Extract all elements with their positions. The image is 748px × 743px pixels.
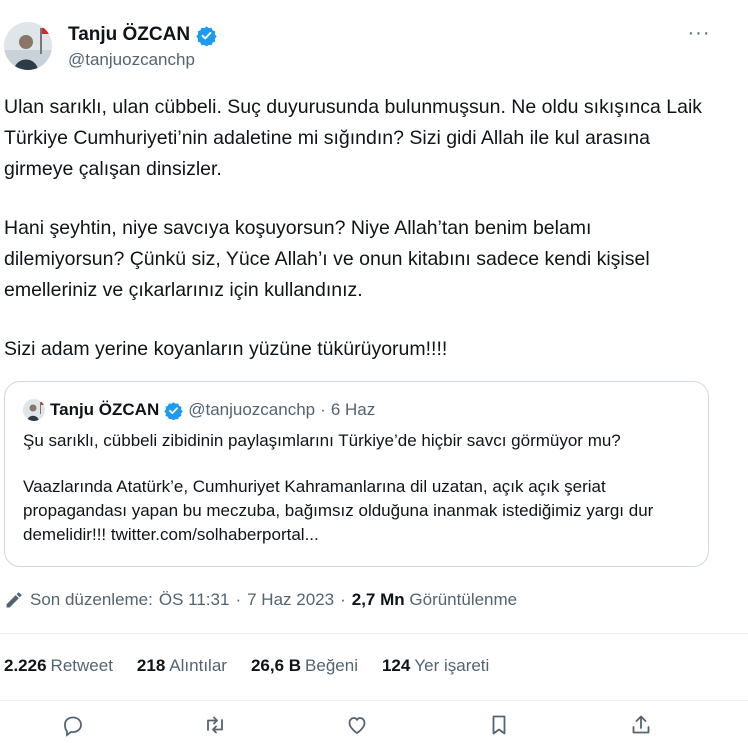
tweet-paragraph: Ulan sarıklı, ulan cübbeli. Suç duyurusu… (4, 96, 703, 180)
quoted-author-avatar (23, 399, 45, 421)
author-avatar[interactable] (4, 22, 52, 70)
action-bar (0, 713, 748, 743)
quoted-tweet-header: Tanju ÖZCAN @tanjuozcanchp · 6 Haz (23, 399, 375, 421)
pencil-icon (4, 590, 24, 610)
divider (0, 700, 748, 701)
quoted-tweet-text: Şu sarıklı, cübbeli zibidinin paylaşımla… (23, 429, 703, 547)
bookmarks-stat[interactable]: 124 Yer işareti (382, 656, 489, 676)
separator-dot: · (235, 590, 242, 609)
bookmarks-count: 124 (381, 656, 411, 675)
tweet-paragraph: Hani şeyhtin, niye savcıya koşuyorsun? N… (4, 217, 650, 301)
quoted-paragraph: Şu sarıklı, cübbeli zibidinin paylaşımla… (23, 431, 621, 450)
divider (0, 633, 748, 634)
quotes-label: Alıntılar (169, 656, 227, 675)
separator-dot: · (340, 590, 346, 609)
quotes-count: 218 (136, 656, 166, 675)
edited-label[interactable]: Son düzenleme: (30, 590, 153, 610)
tweet-text: Ulan sarıklı, ulan cübbeli. Suç duyurusu… (4, 92, 704, 365)
retweet-icon[interactable] (200, 713, 230, 743)
tweet-date[interactable]: 7 Haz 2023 (247, 590, 334, 610)
author-name-row[interactable]: Tanju ÖZCAN (68, 24, 217, 47)
author-name[interactable]: Tanju ÖZCAN (68, 24, 190, 46)
tweet-detail: Tanju ÖZCAN @tanjuozcanchp ··· Ulan sarı… (0, 0, 748, 737)
separator-dot: · (320, 400, 326, 419)
likes-label: Beğeni (305, 656, 358, 675)
quoted-paragraph: Vaazlarında Atatürk’e, Cumhuriyet Kahram… (23, 477, 654, 544)
retweets-label: Retweet (50, 656, 113, 675)
reply-icon[interactable] (58, 713, 88, 743)
edited-info: Son düzenleme: ÖS 11:31 · 7 Haz 2023 · 2… (4, 590, 517, 610)
engagement-stats: 2.226 Retweet 218 Alıntılar 26,6 B Beğeni 1… (4, 656, 489, 676)
tweet-time[interactable]: ÖS 11:31 (159, 590, 230, 610)
retweets-stat[interactable]: 2.226 Retweet (4, 656, 113, 676)
views-label: Görüntülenme (409, 590, 518, 609)
quoted-author-name: Tanju ÖZCAN (50, 400, 160, 419)
verified-badge-icon (164, 401, 183, 421)
bookmark-icon[interactable] (484, 713, 514, 743)
quoted-tweet[interactable]: Tanju ÖZCAN @tanjuozcanchp · 6 Haz Şu sa… (4, 381, 709, 567)
more-options-icon[interactable]: ··· (686, 23, 712, 48)
likes-stat[interactable]: 26,6 B Beğeni (251, 656, 358, 676)
quotes-stat[interactable]: 218 Alıntılar (137, 656, 227, 676)
heart-icon[interactable] (342, 713, 372, 743)
share-icon[interactable] (626, 713, 656, 743)
likes-count: 26,6 B (250, 656, 302, 675)
views-count: 2,7 Mn (351, 590, 405, 609)
tweet-paragraph: Sizi adam yerine koyanların yüzüne tükür… (4, 338, 448, 360)
bookmarks-label: Yer işareti (414, 656, 490, 675)
quoted-tweet-date: 6 Haz (330, 400, 376, 419)
quoted-author-handle: @tanjuozcanchp (188, 400, 316, 419)
retweets-count: 2.226 (4, 656, 47, 675)
author-handle[interactable]: @tanjuozcanchp (68, 50, 195, 70)
verified-badge-icon[interactable] (196, 25, 217, 47)
